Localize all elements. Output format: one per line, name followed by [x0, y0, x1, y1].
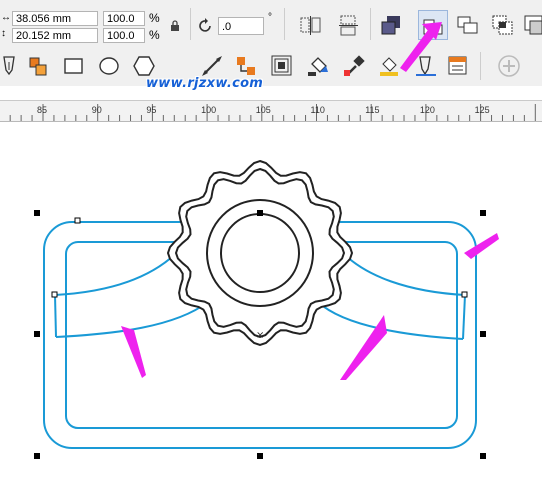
plus-icon — [498, 55, 520, 77]
polygon-icon — [133, 56, 155, 76]
ruler-tick-label: 90 — [91, 105, 102, 115]
paint-fill-icon — [380, 57, 398, 76]
connector-tool[interactable] — [234, 54, 258, 78]
mirror-horizontal-button[interactable] — [298, 14, 324, 38]
object-width-field[interactable]: 38.056 mm — [12, 11, 98, 26]
dimension-icon — [202, 56, 222, 76]
simplify-button[interactable] — [522, 12, 542, 38]
rectangle-icon — [64, 58, 83, 74]
contour-icon — [271, 55, 292, 76]
horizontal-ruler[interactable]: 85 90 95 100 105 110 115 120 125 — [0, 101, 542, 122]
intersect-button[interactable] — [490, 12, 516, 38]
document-tab-strip — [0, 86, 542, 101]
fill-bucket-icon — [308, 57, 328, 76]
ruler-tick-label: 95 — [146, 105, 157, 115]
dimension-tool[interactable] — [200, 54, 224, 78]
right-ribbon-curve-top[interactable] — [339, 249, 466, 296]
ruler-tick-label: 110 — [310, 105, 325, 115]
mirror-vertical-icon — [339, 15, 358, 36]
scale-y-field[interactable]: 100.0 — [103, 28, 145, 43]
eyedropper-icon — [344, 55, 365, 76]
eyedropper-tool[interactable] — [342, 54, 366, 78]
intersect-icon — [492, 15, 513, 35]
ruler-tick-label: 125 — [474, 105, 490, 115]
toolbox: 字 — [0, 46, 542, 125]
connector-icon — [237, 57, 255, 75]
scale-y-percent: % — [149, 28, 160, 42]
object-height-field[interactable]: 20.152 mm — [12, 28, 98, 43]
degree-symbol: ° — [268, 12, 272, 23]
left-ribbon-edge — [54, 294, 57, 338]
right-ribbon-curve-bottom[interactable] — [317, 301, 464, 340]
lock-icon — [171, 20, 179, 31]
ellipse-icon — [99, 57, 119, 75]
scale-x-percent: % — [149, 11, 160, 25]
watermark-text: www.rjzxw.com — [146, 76, 264, 91]
arrow-top-right — [464, 233, 499, 259]
height-label-icon: ↕ — [1, 28, 6, 39]
lock-ratio-button[interactable] — [168, 19, 182, 33]
ruler-tick-label: 120 — [419, 105, 435, 115]
interactive-fill-tool[interactable] — [306, 54, 332, 78]
add-tool-button[interactable] — [496, 53, 522, 79]
property-bar: ↔ 38.056 mm ↕ 20.152 mm 100.0 100.0 % % … — [0, 0, 542, 47]
rotation-angle-field[interactable]: .0 — [218, 17, 264, 35]
pen-icon — [3, 56, 15, 76]
left-ribbon-curve-top[interactable] — [54, 239, 189, 296]
canvas-artwork: × — [34, 159, 499, 459]
drawing-canvas[interactable]: × — [0, 122, 542, 478]
arrow-left — [121, 326, 146, 378]
rotate-icon — [199, 18, 211, 32]
ruler-tick-label: 105 — [255, 105, 271, 115]
mirror-vertical-button[interactable] — [336, 14, 362, 38]
fill-icon — [29, 57, 47, 76]
ellipse-tool[interactable] — [97, 54, 121, 78]
rectangle-tool[interactable] — [62, 54, 86, 78]
simplify-icon — [524, 15, 542, 35]
fill-color-tool[interactable] — [378, 54, 402, 78]
rotate-button — [198, 18, 214, 34]
arrow-weld-pointer — [400, 22, 442, 72]
right-ribbon-edge — [462, 294, 466, 340]
center-marker-icon: × — [256, 330, 264, 341]
ruler-tick-label: 100 — [201, 105, 217, 115]
ruler-ticks — [9, 104, 536, 121]
contour-tool[interactable] — [270, 54, 294, 78]
ruler-tick-label: 115 — [365, 105, 380, 115]
smart-fill-tool[interactable] — [26, 54, 50, 78]
mirror-horizontal-icon — [300, 16, 321, 35]
polygon-tool[interactable] — [132, 54, 156, 78]
width-label-icon: ↔ — [1, 12, 11, 23]
scale-x-field[interactable]: 100.0 — [103, 11, 145, 26]
ruler-tick-label: 85 — [37, 105, 48, 115]
pen-tool[interactable] — [0, 54, 22, 78]
